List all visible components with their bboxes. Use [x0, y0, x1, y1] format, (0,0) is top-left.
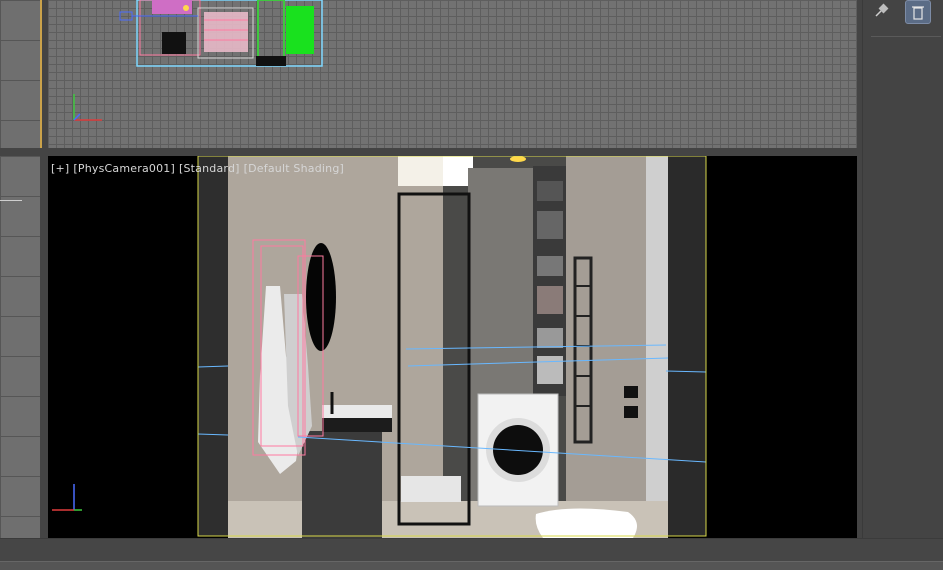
remove-modifier-button[interactable] — [905, 0, 931, 24]
command-panel-divider — [871, 36, 941, 37]
left-viewport-top[interactable] — [0, 0, 42, 148]
top-axis-tripod — [73, 94, 102, 121]
top-viewport[interactable] — [48, 0, 857, 148]
left-viewport-object — [0, 200, 22, 229]
viewport-plus-menu[interactable]: [+] — [51, 162, 69, 175]
trash-icon — [912, 6, 924, 20]
viewport-label-bar: [+] [PhysCamera001] [Standard] [Default Sha… — [51, 162, 348, 175]
viewport-standard-menu[interactable]: [Standard] — [179, 162, 240, 175]
floor-plan-wireframe — [119, 0, 323, 67]
camera-axis-tripod — [52, 484, 82, 511]
viewport-shading-menu[interactable]: [Default Shading] — [244, 162, 344, 175]
command-panel[interactable] — [862, 0, 943, 538]
pin-icon — [875, 3, 889, 17]
camera-viewport[interactable] — [48, 156, 857, 538]
pin-stack-button[interactable] — [869, 0, 893, 22]
viewport-camera-menu[interactable]: [PhysCamera001] — [73, 162, 175, 175]
render-scene — [197, 156, 707, 538]
